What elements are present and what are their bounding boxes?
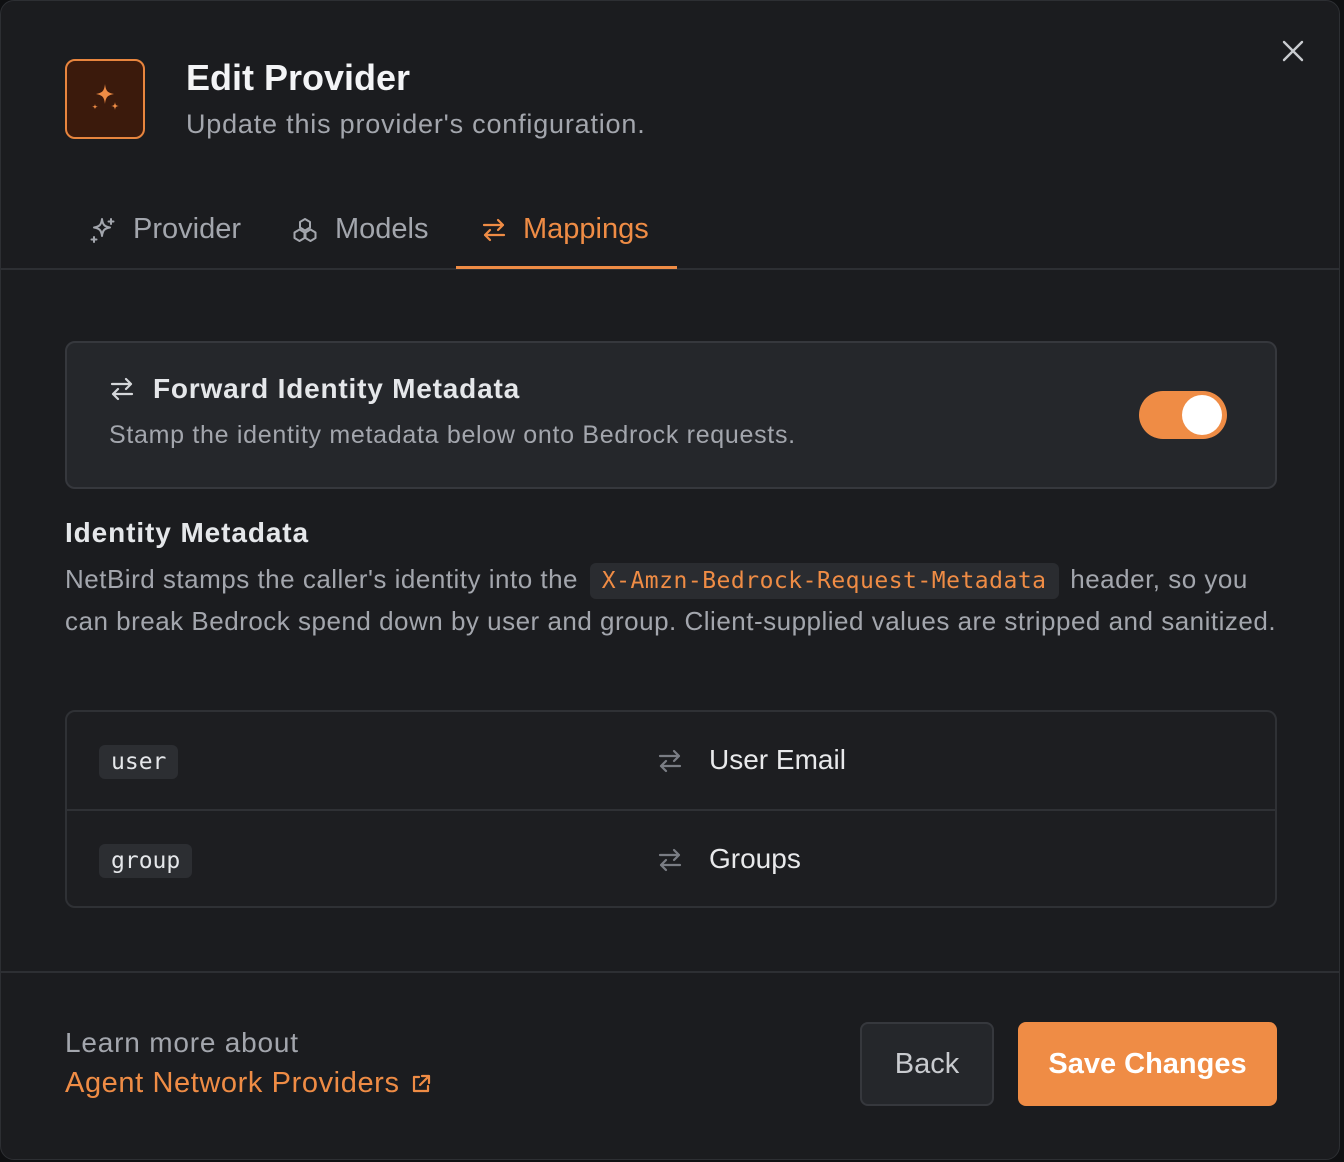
arrows-swap-icon: [482, 218, 506, 241]
link-label: Agent Network Providers: [65, 1067, 400, 1099]
edit-provider-dialog: Edit Provider Update this provider's con…: [0, 0, 1340, 1160]
forward-identity-title: Forward Identity Metadata: [153, 373, 520, 404]
mapping-value: Groups: [709, 843, 801, 874]
mapping-value: User Email: [709, 744, 846, 775]
tab-mappings[interactable]: Mappings: [481, 191, 649, 268]
arrows-swap-icon: [658, 749, 682, 773]
tab-mappings-label: Mappings: [523, 213, 649, 245]
back-button[interactable]: Back: [860, 1022, 994, 1106]
forward-identity-description: Stamp the identity metadata below onto B…: [109, 421, 796, 449]
close-icon: [1282, 40, 1304, 62]
footer-divider: [1, 971, 1339, 973]
external-link-icon: [412, 1074, 430, 1092]
dialog-title: Edit Provider: [186, 57, 411, 98]
tab-bar: Provider Models Mappings: [1, 191, 1339, 270]
header-name-code: X-Amzn-Bedrock-Request-Metadata: [589, 563, 1059, 599]
agent-network-providers-link[interactable]: Agent Network Providers: [65, 1067, 432, 1100]
save-changes-button[interactable]: Save Changes: [1018, 1022, 1277, 1106]
sparkles-icon: [90, 217, 115, 243]
dialog-subtitle: Update this provider's configuration.: [186, 109, 646, 139]
identity-metadata-description: NetBird stamps the caller's identity int…: [65, 559, 1285, 641]
identity-metadata-title: Identity Metadata: [65, 517, 310, 548]
tab-models-label: Models: [335, 213, 429, 245]
mapping-key: user: [99, 745, 179, 779]
mapping-key: group: [99, 844, 193, 878]
tab-provider[interactable]: Provider: [89, 191, 241, 268]
sparkles-icon: [92, 84, 119, 110]
forward-identity-heading: Forward Identity Metadata: [109, 373, 520, 405]
forward-identity-toggle[interactable]: [1139, 391, 1227, 439]
forward-identity-card: Forward Identity Metadata Stamp the iden…: [65, 341, 1277, 489]
learn-more-text: Learn more about: [65, 1027, 299, 1058]
toggle-knob: [1182, 395, 1222, 435]
close-button[interactable]: [1277, 35, 1309, 67]
arrows-swap-icon: [110, 377, 134, 401]
mapping-table: user User Email group Groups: [65, 710, 1277, 908]
tab-provider-label: Provider: [133, 213, 241, 245]
active-tab-indicator: [456, 266, 677, 269]
mapping-row: group Groups: [67, 811, 1275, 908]
cubes-icon: [293, 217, 317, 242]
provider-icon-badge: [65, 59, 145, 139]
mapping-row: user User Email: [67, 712, 1275, 811]
tab-models[interactable]: Models: [291, 191, 429, 268]
arrows-swap-icon: [658, 848, 682, 872]
description-text-before: NetBird stamps the caller's identity int…: [65, 564, 579, 594]
